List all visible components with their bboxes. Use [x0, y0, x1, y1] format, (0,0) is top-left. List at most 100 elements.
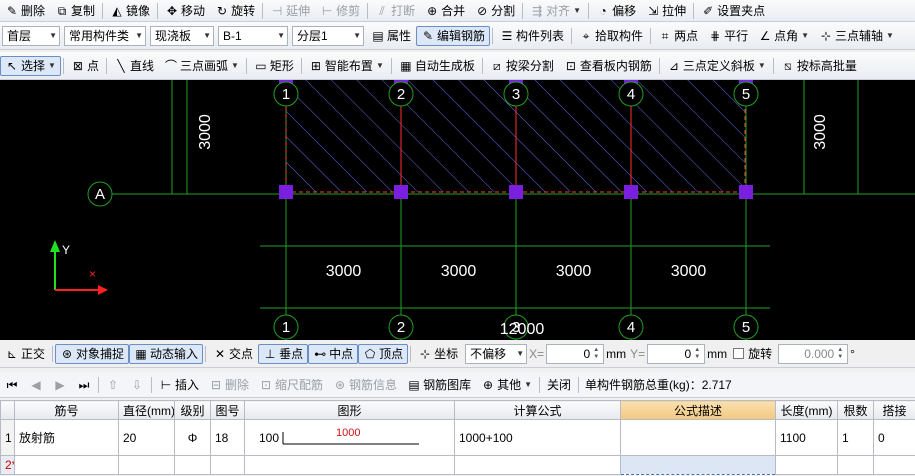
cad-drawing-area[interactable]: 1234512345A 3000 3000 3000 3000 3000 3000 1200… [0, 80, 915, 340]
break-button[interactable]: ⫽ 打断 [370, 1, 420, 21]
first-button[interactable]: ⏮ [0, 375, 24, 395]
diameter-cell[interactable]: 20 [118, 419, 175, 456]
object-snap-button[interactable]: ⊛ 对象捕捉 [55, 343, 130, 364]
formula-cell[interactable] [454, 455, 621, 475]
point-button[interactable]: ⊠ 点 [66, 56, 104, 76]
formula-description-cell[interactable] [620, 419, 776, 456]
dynamic-input-button[interactable]: ▦ 动态输入 [129, 343, 204, 364]
spinner-icon[interactable]: ▲ ▼ [593, 347, 599, 361]
set-pivot-button[interactable]: ✐ 设置夹点 [696, 1, 770, 21]
column-header[interactable]: 级别 [174, 400, 211, 420]
y-coordinate-field[interactable]: 0 ▲ ▼ [647, 343, 706, 364]
point-angle-button[interactable]: ∠ 点角 ▼ [753, 26, 814, 46]
count-cell[interactable] [837, 455, 874, 475]
delete-button[interactable]: ⊟ 删除 [204, 375, 254, 395]
slope-by-elevation-button[interactable]: ⧅ 按标高批量 [776, 56, 862, 76]
grip-point[interactable] [739, 185, 753, 199]
split-button[interactable]: ⊘ 分割 [470, 1, 520, 21]
copy-button[interactable]: ⧉ 复制 [50, 1, 100, 21]
chevron-down-icon[interactable]: ▼ [801, 31, 809, 40]
pick-component-button[interactable]: ⌖ 拾取构件 [574, 26, 648, 46]
category-select[interactable]: 现浇板 ▼ [150, 25, 214, 46]
table-row[interactable]: 2* [0, 455, 915, 475]
spinner-icon[interactable]: ▲ ▼ [694, 347, 700, 361]
align-button[interactable]: ⇶ 对齐 ▼ [525, 1, 586, 21]
shape-cell[interactable] [244, 455, 455, 475]
trim-button[interactable]: ⊢ 修剪 [315, 1, 365, 21]
two-point-button[interactable]: ⌗ 两点 [653, 26, 703, 46]
next-button[interactable]: ▶ [48, 375, 72, 395]
column-header[interactable]: 根数 [837, 400, 874, 420]
mirror-button[interactable]: ◭ 镜像 [105, 1, 155, 21]
column-header[interactable]: 图号 [210, 400, 245, 420]
rotate-button[interactable]: ↻ 旋转 [210, 1, 260, 21]
column-header[interactable] [0, 400, 15, 420]
component-list-button[interactable]: ☰ 构件列表 [495, 26, 569, 46]
select-cursor-button[interactable]: ↖ 选择 ▼ [0, 55, 61, 76]
figure-no-cell[interactable]: 18 [210, 419, 245, 456]
parallel-button[interactable]: ⋕ 平行 [703, 26, 753, 46]
slope-button[interactable]: ⊿ 三点定义斜板 ▼ [662, 56, 771, 76]
diameter-cell[interactable] [118, 455, 175, 475]
grip-point[interactable] [509, 185, 523, 199]
chevron-down-icon[interactable]: ▼ [758, 61, 766, 70]
column-header[interactable]: 筋号 [14, 400, 119, 420]
length-cell[interactable] [775, 455, 838, 475]
close-button[interactable]: 关闭 [542, 375, 576, 395]
component-type-select[interactable]: 常用构件类 ▼ [64, 25, 146, 46]
coordinate-button[interactable]: ⊹ 坐标 [413, 344, 463, 364]
offset-button[interactable]: ◔ 偏移 [591, 1, 641, 21]
chevron-down-icon[interactable]: ▼ [886, 31, 894, 40]
insert-button[interactable]: ⊢ 插入 [154, 375, 204, 395]
rebar-name-cell[interactable]: 放射筋 [14, 419, 119, 456]
formula-description-cell[interactable] [620, 455, 776, 475]
shape-cell[interactable]: 100 1000 [244, 419, 455, 456]
auto-slab-button[interactable]: ▦ 自动生成板 [394, 56, 480, 76]
count-cell[interactable]: 1 [837, 419, 874, 456]
offset-mode-select[interactable]: 不偏移 ▼ [465, 343, 528, 364]
formula-cell[interactable]: 1000+100 [454, 419, 621, 456]
vertex-button[interactable]: ⬠ 顶点 [358, 343, 409, 364]
move-up-button[interactable]: ⇧ [101, 375, 125, 395]
three-point-aux-button[interactable]: ⊹ 三点辅轴 ▼ [814, 26, 899, 46]
midpoint-button[interactable]: ⊷ 中点 [308, 343, 359, 364]
scale-rebar-button[interactable]: ⊡ 缩尺配筋 [254, 375, 328, 395]
split-by-beam-button[interactable]: ⧄ 按梁分割 [485, 56, 559, 76]
component-name-select[interactable]: B-1 ▼ [218, 25, 288, 46]
line-button[interactable]: ╲ 直线 [109, 56, 159, 76]
chevron-down-icon[interactable]: ▼ [231, 61, 239, 70]
other-button[interactable]: ⊕ 其他 ▼ [476, 375, 537, 395]
column-header[interactable]: 直径(mm) [118, 400, 175, 420]
chevron-down-icon[interactable]: ▼ [524, 380, 532, 389]
rotate-checkbox[interactable] [733, 348, 745, 359]
chevron-down-icon[interactable]: ▼ [573, 6, 581, 15]
chevron-down-icon[interactable]: ▼ [48, 61, 56, 70]
grip-point[interactable] [279, 185, 293, 199]
chevron-down-icon[interactable]: ▼ [376, 61, 384, 70]
column-header[interactable]: 长度(mm) [775, 400, 838, 420]
view-rebar-button[interactable]: ⊡ 查看板内钢筋 [559, 56, 657, 76]
x-coordinate-field[interactable]: 0 ▲ ▼ [546, 343, 605, 364]
last-button[interactable]: ⏭ [72, 375, 96, 395]
perpendicular-button[interactable]: ⊥ 垂点 [258, 343, 309, 364]
table-row[interactable]: 1 放射筋 20 Φ 18 100 1000 1000+100 1100 1 0 [0, 419, 915, 456]
smart-layout-button[interactable]: ⊞ 智能布置 ▼ [304, 56, 389, 76]
ortho-button[interactable]: ⊾ 正交 [0, 344, 50, 364]
cad-drawing[interactable]: 1 2 3 4 51 2 3 4 5A 3000 30003000 3000 3000 30001200… [0, 80, 915, 340]
prev-button[interactable]: ◀ [24, 375, 48, 395]
rebar-info-button[interactable]: ⊛ 钢筋信息 [328, 375, 402, 395]
rectangle-button[interactable]: ▭ 矩形 [249, 56, 299, 76]
rotate-angle-field[interactable]: 0.000 ▲ ▼ [778, 343, 849, 364]
column-header[interactable]: 搭接 [873, 400, 915, 420]
extend-button[interactable]: ⊣ 延伸 [265, 1, 315, 21]
spinner-icon[interactable]: ▲ ▼ [837, 347, 843, 361]
grip-point[interactable] [394, 185, 408, 199]
stretch-button[interactable]: ⇲ 拉伸 [641, 1, 691, 21]
figure-no-cell[interactable] [210, 455, 245, 475]
grip-point[interactable] [624, 185, 638, 199]
rebar-library-button[interactable]: ▤ 钢筋图库 [402, 375, 476, 395]
move-button[interactable]: ✥ 移动 [160, 1, 210, 21]
grade-cell[interactable]: Φ [174, 419, 211, 456]
move-down-button[interactable]: ⇩ [125, 375, 149, 395]
column-header[interactable]: 公式描述 [620, 400, 776, 420]
